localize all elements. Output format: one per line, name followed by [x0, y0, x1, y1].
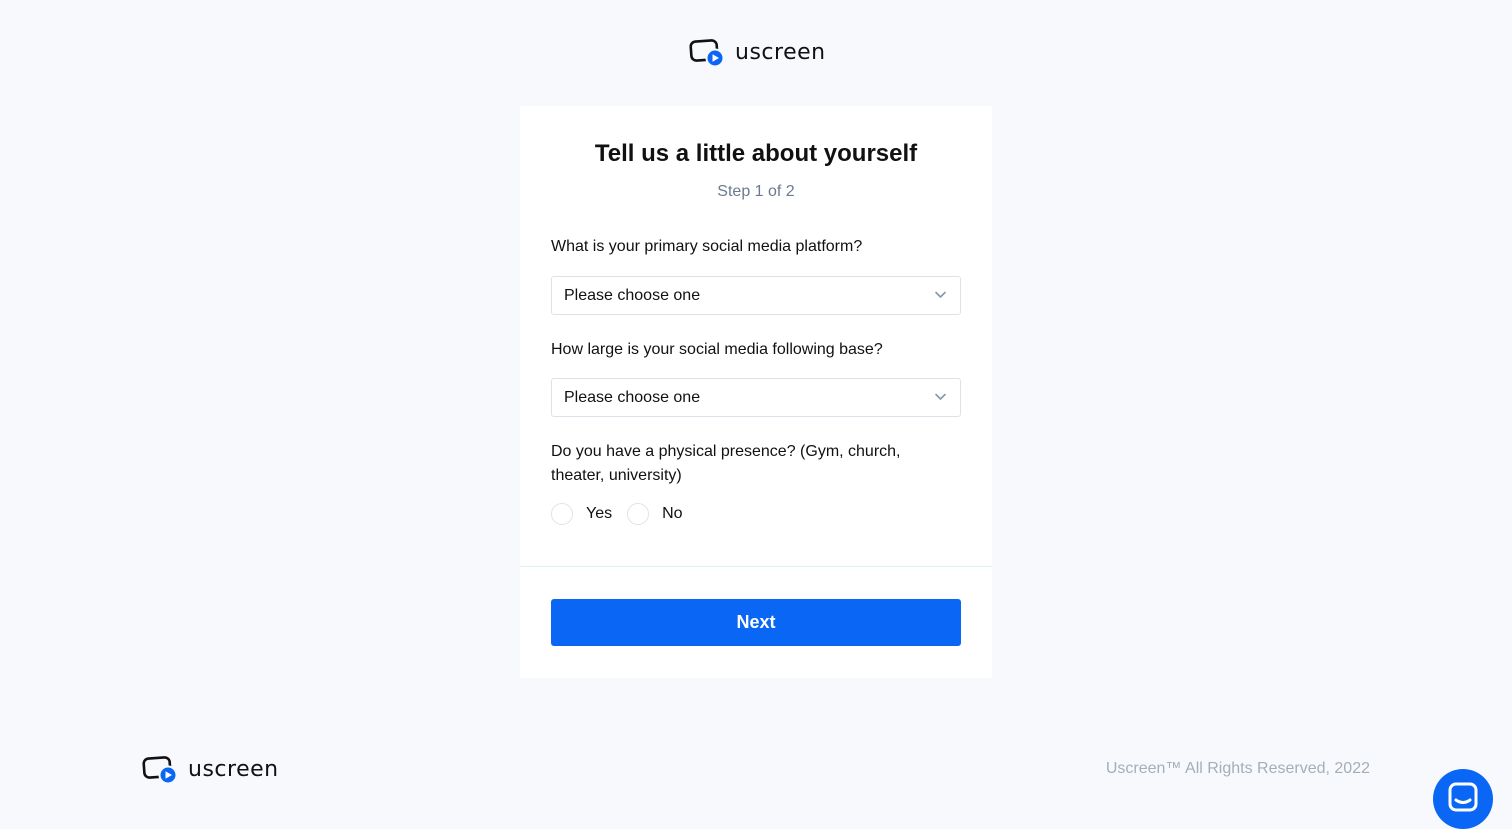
chat-bubble-icon — [1448, 782, 1478, 812]
radio-no-label: No — [662, 505, 683, 522]
uscreen-logo-icon — [142, 756, 178, 785]
social-platform-label: What is your primary social media platfo… — [551, 238, 863, 255]
chevron-down-icon — [935, 291, 946, 298]
chat-launcher-button[interactable] — [1433, 769, 1493, 829]
uscreen-logo-icon — [689, 39, 725, 68]
page-title: Tell us a little about yourself — [594, 140, 918, 167]
radio-option-yes[interactable]: Yes — [551, 503, 612, 525]
social-platform-select-value: Please choose one — [564, 286, 701, 304]
logo-wordmark: uscreen — [735, 40, 826, 65]
radio-yes[interactable] — [551, 503, 573, 525]
card-divider — [520, 566, 992, 567]
physical-presence-label: Do you have a physical presence? (Gym, c… — [551, 443, 901, 484]
header-logo[interactable]: uscreen — [689, 38, 826, 68]
following-size-select-value: Please choose one — [564, 388, 701, 406]
footer-copyright: Uscreen™ All Rights Reserved, 2022 — [1105, 760, 1370, 777]
following-size-select[interactable]: Please choose one — [551, 378, 961, 417]
footer-logo[interactable]: uscreen — [142, 755, 279, 785]
following-size-label: How large is your social media following… — [551, 341, 883, 358]
next-button[interactable]: Next — [551, 599, 961, 646]
radio-no[interactable] — [627, 503, 650, 525]
social-platform-select[interactable]: Please choose one — [551, 276, 961, 315]
step-indicator: Step 1 of 2 — [717, 183, 795, 200]
radio-yes-label: Yes — [586, 505, 613, 522]
chevron-down-icon — [935, 393, 946, 400]
radio-option-no[interactable]: No — [627, 503, 683, 525]
physical-presence-radio-group: Yes No — [551, 503, 698, 525]
logo-wordmark: uscreen — [188, 757, 279, 782]
